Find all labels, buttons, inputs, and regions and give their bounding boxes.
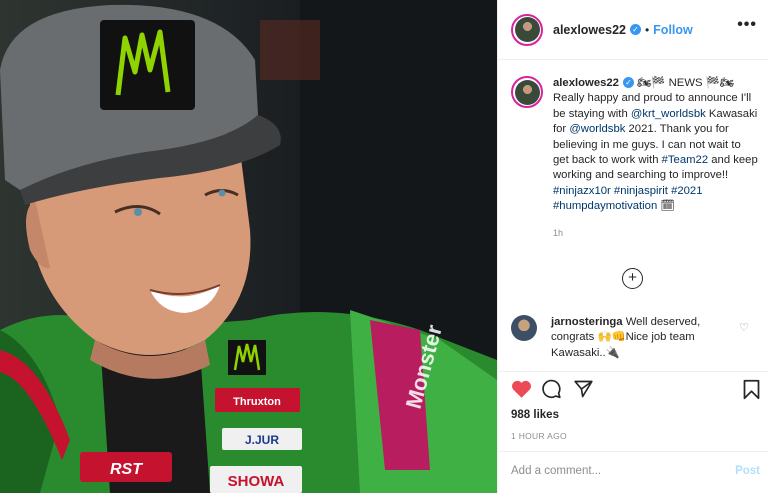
suit-text-jjur: J.JUR xyxy=(245,433,279,447)
iris-left xyxy=(134,208,142,216)
post-username[interactable]: alexlowes22 xyxy=(553,23,626,37)
comment-like-heart-icon[interactable]: ♡ xyxy=(739,321,749,334)
suit-text-rst: RST xyxy=(110,461,143,478)
caption-avatar-image xyxy=(514,79,540,105)
photo-illustration: Thruxton J.JUR RST SHOWA Monster xyxy=(0,0,497,493)
mention-krt-worldsbk[interactable]: @krt_worldsbk xyxy=(631,108,706,120)
avatar[interactable] xyxy=(511,13,543,46)
more-options-icon[interactable]: ••• xyxy=(737,16,757,34)
caption-text-5: 🗓 xyxy=(657,200,675,213)
caption-timestamp: 1h xyxy=(553,227,564,238)
hashtag-ninjaspirit[interactable]: #ninjaspirit xyxy=(614,185,668,197)
post-side-panel: alexlowes22 ✓ • Follow ••• alexlowes22 ✓ … xyxy=(497,0,768,493)
post-header: alexlowes22 ✓ • Follow xyxy=(498,0,768,60)
comment-item: jarnosteringa Well deserved, congrats 🙌👊… xyxy=(511,315,761,361)
follow-button[interactable]: Follow xyxy=(653,23,693,37)
post-comment-button[interactable]: Post xyxy=(735,465,760,477)
backdrop-red-patch xyxy=(260,20,320,80)
comment-bubble-icon[interactable] xyxy=(541,379,562,399)
load-more-comments-button[interactable]: + xyxy=(622,268,643,289)
hashtag-team22[interactable]: #Team22 xyxy=(662,154,708,166)
caption: alexlowes22 ✓ 🏍🏁 NEWS 🏁🏍 Really happy and… xyxy=(511,76,761,241)
header-separator: • xyxy=(644,22,650,37)
caption-username[interactable]: alexlowes22 xyxy=(553,77,619,89)
caption-verified-badge-icon: ✓ xyxy=(622,77,634,88)
verified-badge-icon: ✓ xyxy=(629,24,641,35)
comment-body: jarnosteringa Well deserved, congrats 🙌👊… xyxy=(551,315,736,361)
post-photo[interactable]: Thruxton J.JUR RST SHOWA Monster xyxy=(0,0,497,493)
hashtag-ninjazx10r[interactable]: #ninjazx10r xyxy=(553,185,611,197)
post-actions xyxy=(511,379,761,405)
caption-body: alexlowes22 ✓ 🏍🏁 NEWS 🏁🏍 Really happy and… xyxy=(553,76,758,241)
suit-text-showa: SHOWA xyxy=(228,473,285,490)
like-heart-icon[interactable] xyxy=(511,379,532,399)
post-timestamp: 1 HOUR AGO xyxy=(511,431,567,441)
avatar-image xyxy=(514,17,540,42)
actions-divider xyxy=(498,371,768,372)
commenter-username[interactable]: jarnosteringa xyxy=(551,316,623,328)
save-bookmark-icon[interactable] xyxy=(742,379,761,400)
hashtag-2021[interactable]: #2021 xyxy=(671,185,702,197)
mention-worldsbk[interactable]: @worldsbk xyxy=(569,123,625,135)
iris-right xyxy=(218,189,226,197)
add-comment-input[interactable] xyxy=(511,465,721,477)
commenter-avatar[interactable] xyxy=(511,315,537,341)
share-direct-icon[interactable] xyxy=(573,379,594,399)
caption-avatar[interactable] xyxy=(511,76,543,108)
hashtag-humpdaymotivation[interactable]: #humpdaymotivation xyxy=(553,200,657,212)
add-comment-row: Post xyxy=(498,451,768,493)
likes-count[interactable]: 988 likes xyxy=(511,409,559,421)
suit-text-thruxton: Thruxton xyxy=(233,396,281,408)
